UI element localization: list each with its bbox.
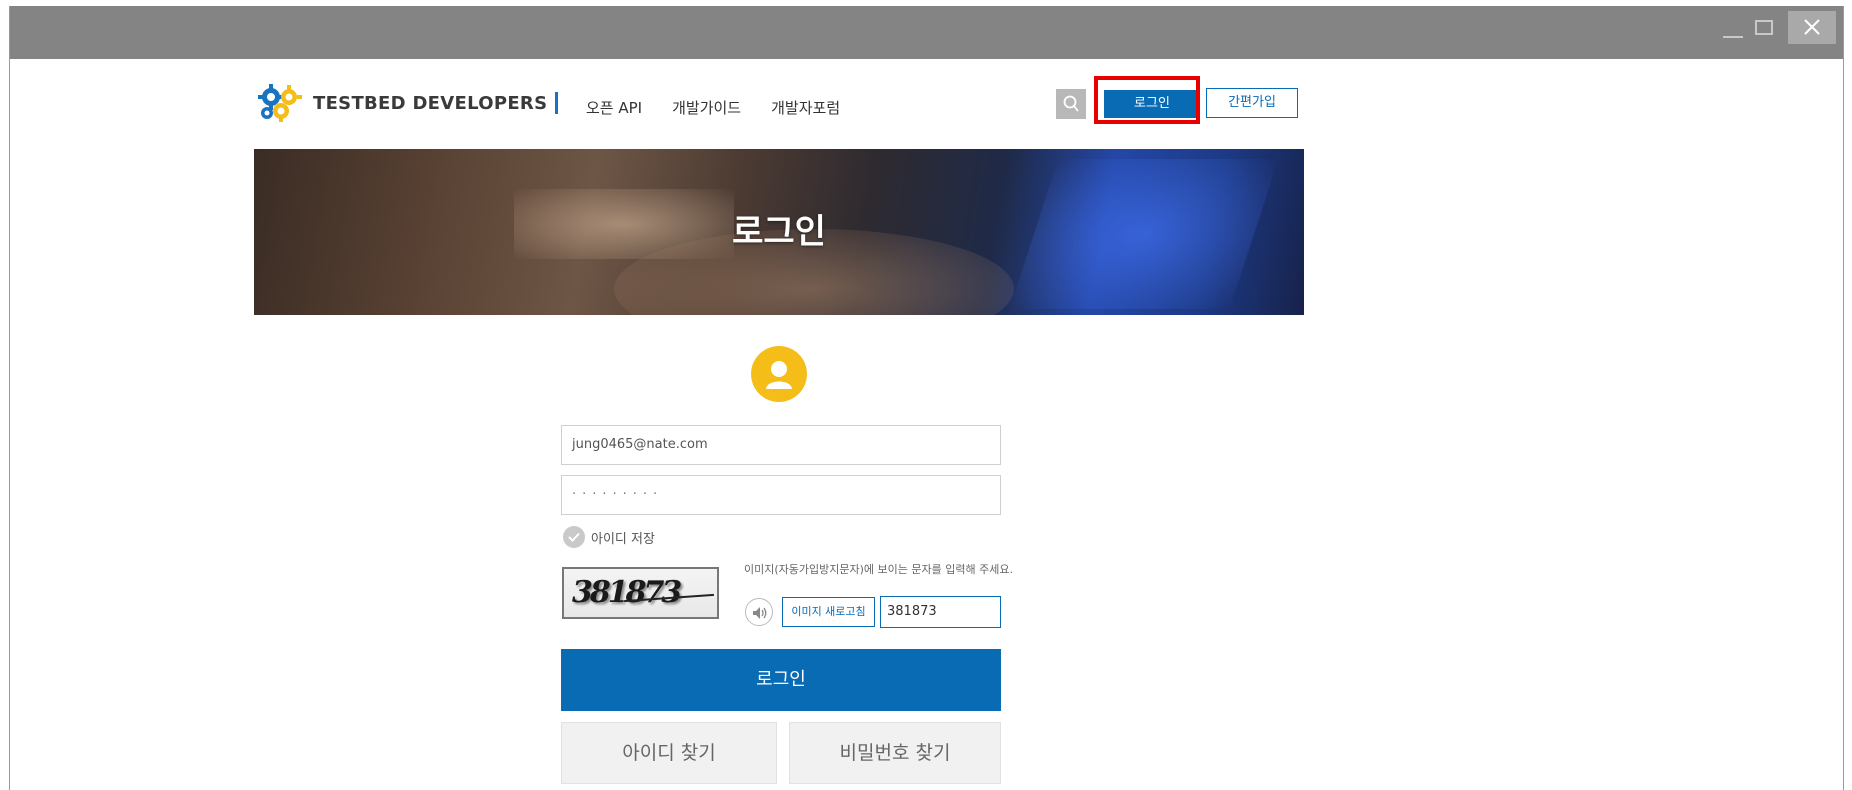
site-header: TESTBED DEVELOPERS 오픈 API 개발가이드 개발자포럼 로그…: [10, 59, 1843, 149]
logo-text: TESTBED DEVELOPERS: [313, 92, 548, 114]
find-id-button[interactable]: 아이디 찾기: [561, 722, 777, 784]
nav-item-open-api[interactable]: 오픈 API: [586, 97, 642, 118]
gear-logo-icon: [258, 84, 302, 122]
captcha-image-text: 381873: [572, 575, 682, 610]
nav-item-dev-forum[interactable]: 개발자포럼: [771, 97, 840, 118]
page-banner: 로그인: [254, 149, 1304, 315]
captcha-input[interactable]: 381873: [880, 596, 1001, 628]
password-field[interactable]: ·········: [561, 475, 1001, 515]
page-title: 로그인: [732, 212, 826, 252]
header-login-button[interactable]: 로그인: [1104, 90, 1200, 118]
login-submit-button[interactable]: 로그인: [561, 649, 1001, 711]
maximize-icon[interactable]: [1745, 12, 1789, 44]
captcha-instructions: 이미지(자동가입방지문자)에 보이는 문자를 입력해 주세요.: [744, 563, 1013, 576]
user-avatar: [751, 346, 807, 402]
remember-id-checkbox[interactable]: 아이디 저장: [563, 526, 655, 548]
close-icon[interactable]: [1788, 11, 1836, 44]
header-signup-button[interactable]: 간편가입: [1206, 88, 1298, 118]
nav-item-dev-guide[interactable]: 개발가이드: [672, 97, 741, 118]
browser-window: TESTBED DEVELOPERS 오픈 API 개발가이드 개발자포럼 로그…: [9, 6, 1844, 790]
user-icon: [766, 361, 792, 389]
email-field[interactable]: jung0465@nate.com: [561, 425, 1001, 465]
logo-divider: [555, 92, 559, 114]
site-logo[interactable]: TESTBED DEVELOPERS: [257, 83, 559, 123]
window-titlebar: [10, 6, 1843, 59]
search-button[interactable]: [1056, 89, 1086, 119]
captcha-refresh-button[interactable]: 이미지 새로고침: [782, 597, 875, 627]
captcha-audio-button[interactable]: [745, 598, 773, 626]
remember-id-label: 아이디 저장: [591, 531, 655, 547]
speaker-icon: [753, 607, 767, 619]
find-password-button[interactable]: 비밀번호 찾기: [789, 722, 1001, 784]
main-nav: 오픈 API 개발가이드 개발자포럼: [586, 97, 840, 118]
captcha-image: 381873: [562, 567, 719, 619]
search-icon: [1063, 95, 1079, 112]
check-icon: [563, 526, 585, 548]
